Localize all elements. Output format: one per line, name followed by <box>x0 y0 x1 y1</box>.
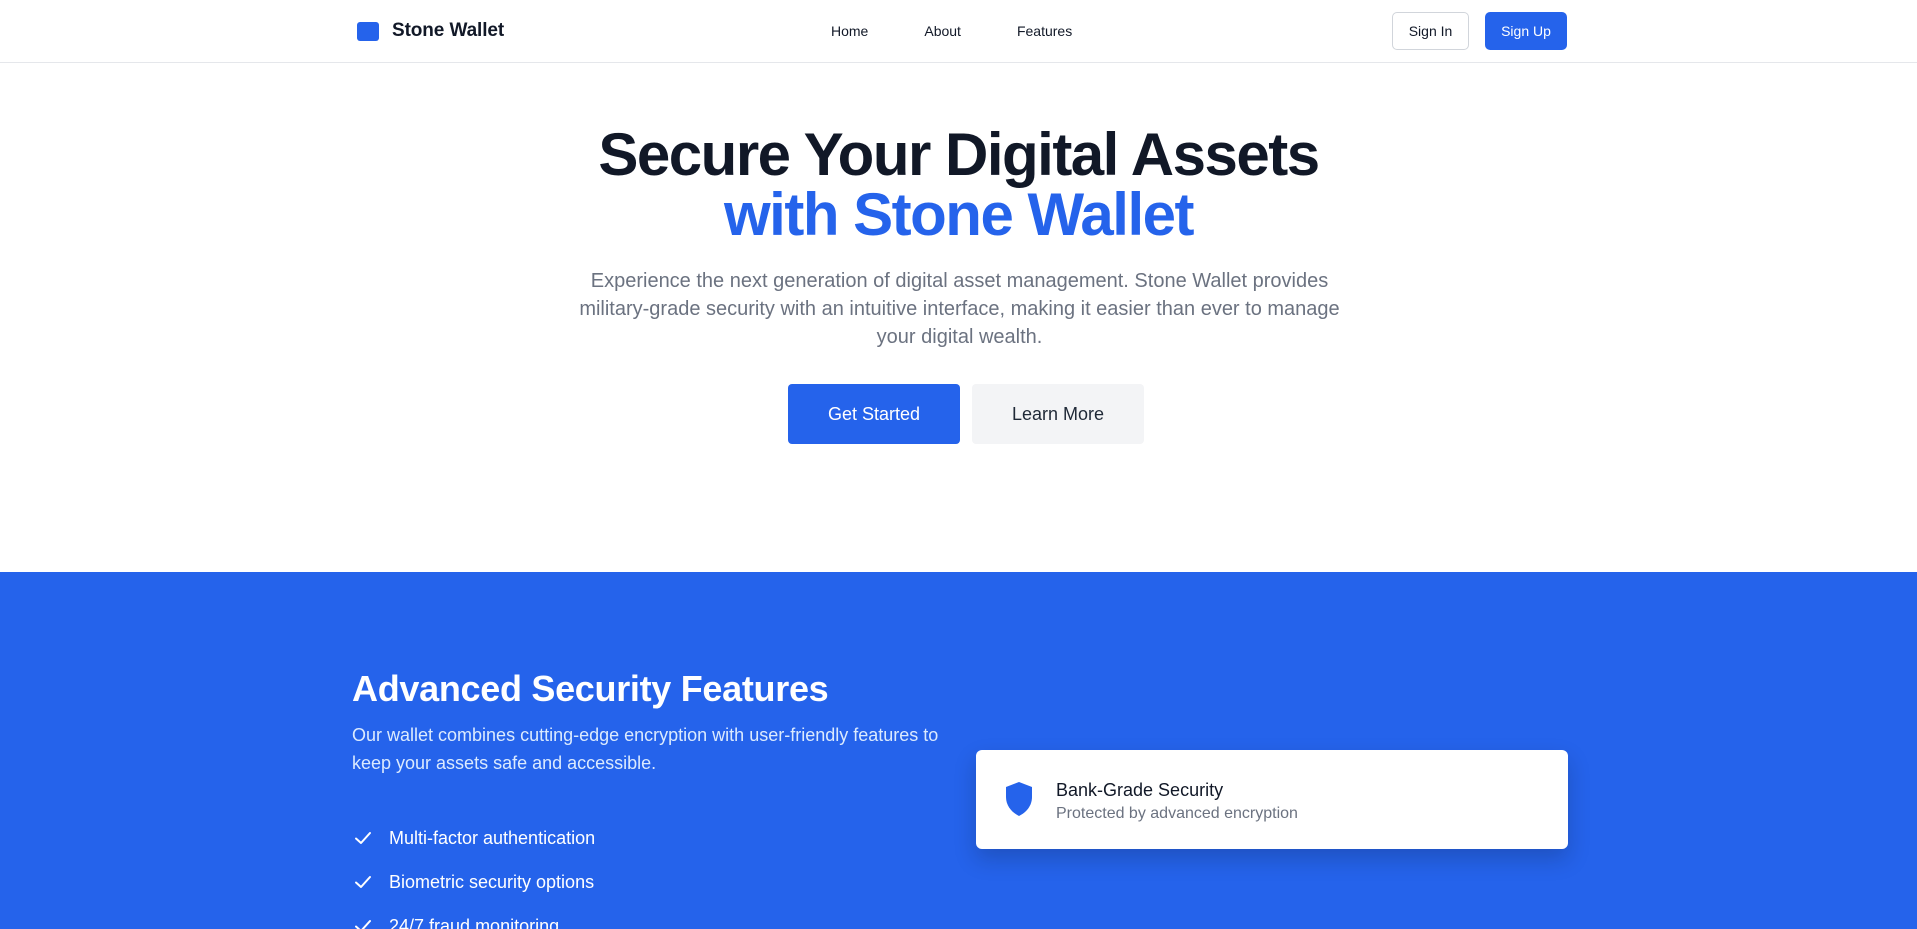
security-card: Bank-Grade Security Protected by advance… <box>976 750 1568 849</box>
security-card-text: Bank-Grade Security Protected by advance… <box>1056 779 1298 823</box>
nav-link-about[interactable]: About <box>924 23 961 39</box>
feature-item: 24/7 fraud monitoring <box>352 904 595 929</box>
nav-link-features[interactable]: Features <box>1017 23 1072 39</box>
hero-subtitle: Experience the next generation of digita… <box>579 270 1340 348</box>
features-description: Our wallet combines cutting-edge encrypt… <box>352 725 939 773</box>
shield-icon <box>1006 782 1032 816</box>
hero-actions: Get Started Learn More <box>788 384 1144 444</box>
feature-item: Biometric security options <box>352 860 595 904</box>
hero-section: Secure Your Digital Assets with Stone Wa… <box>0 64 1917 572</box>
brand-name: Stone Wallet <box>392 20 505 41</box>
nav-link-home[interactable]: Home <box>831 23 868 39</box>
features-section: Advanced Security Features Our wallet co… <box>0 572 1917 929</box>
hero-title-line1: Secure Your Digital Assets <box>598 121 1320 188</box>
security-card-subtitle: Protected by advanced encryption <box>1056 805 1298 822</box>
sign-in-button[interactable]: Sign In <box>1392 12 1469 50</box>
feature-text: Biometric security options <box>389 871 595 892</box>
get-started-button[interactable]: Get Started <box>788 384 960 444</box>
square-logo-icon <box>357 21 379 41</box>
hero-title-line2: with Stone Wallet <box>724 181 1194 248</box>
check-icon <box>355 920 371 929</box>
feature-item: Multi-factor authentication <box>352 816 595 860</box>
main-nav: Home About Features <box>831 22 1072 40</box>
check-icon <box>355 832 371 844</box>
security-card-title: Bank-Grade Security <box>1056 780 1224 800</box>
learn-more-button[interactable]: Learn More <box>972 384 1144 444</box>
brand[interactable]: Stone Wallet <box>357 20 504 42</box>
feature-text: 24/7 fraud monitoring <box>389 915 560 929</box>
feature-text: Multi-factor authentication <box>389 827 596 848</box>
features-title: Advanced Security Features <box>352 668 829 709</box>
hero-title: Secure Your Digital Assets with Stone Wa… <box>0 125 1917 245</box>
sign-up-button[interactable]: Sign Up <box>1485 12 1567 50</box>
auth-buttons: Sign In Sign Up <box>1392 12 1567 50</box>
top-navbar: Stone Wallet Home About Features Sign In… <box>0 0 1917 63</box>
check-icon <box>355 876 371 888</box>
feature-list: Multi-factor authentication Biometric se… <box>352 816 595 929</box>
